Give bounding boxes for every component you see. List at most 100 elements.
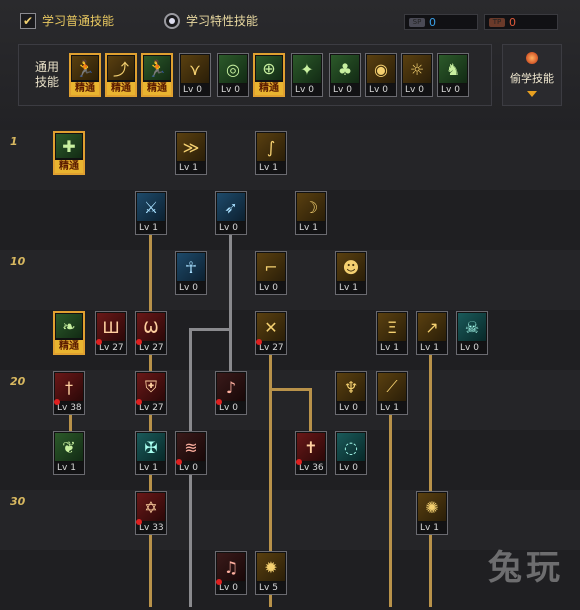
skill-slot[interactable]: ✠ Lv 1 [135,431,167,475]
r5-blade-icon: † [55,373,83,401]
r3-mask-icon: ☻ [337,253,365,281]
skill-slot[interactable]: ✦ Lv 0 [291,53,323,97]
skill-slot[interactable]: ✝ Lv 36 [295,431,327,475]
skill-slot[interactable]: ☻ Lv 1 [335,251,367,295]
checkbox-checked-icon[interactable]: ✔ [20,12,36,29]
strength-icon: ☼ [403,55,431,83]
skill-slot[interactable]: ⚔ Lv 1 [135,191,167,235]
skill-slot[interactable]: ✕ Lv 27 [255,311,287,355]
skill-level-label: Lv 0 [216,222,246,234]
upgrade-dot-icon [136,339,142,345]
skill-level-label: Lv 1 [417,342,447,354]
skill-level-label: Lv 0 [336,462,366,474]
skill-slot[interactable]: ⊕ 精通 [253,53,285,97]
mushroom-icon: ♣ [331,55,359,83]
skill-slot[interactable]: ↗ Lv 1 [416,311,448,355]
skill-slot[interactable]: ✹ Lv 5 [255,551,287,595]
skill-slot[interactable]: ☽ Lv 1 [295,191,327,235]
dropdown-arrow-icon[interactable] [527,91,537,97]
r6-vortex-icon: ◌ [337,433,365,461]
steal-skill-button[interactable]: 偷学技能 [502,44,562,106]
runner-icon: 🏃 [72,56,98,80]
tree-row-band [0,430,580,490]
tp-value: 0 [509,15,516,29]
skill-slot[interactable]: ⟋ Lv 1 [376,371,408,415]
skill-slot[interactable]: ☠ Lv 0 [456,311,488,355]
skill-slot[interactable]: ☼ Lv 0 [401,53,433,97]
r3-boot-icon: ⌐ [257,253,285,281]
sprint-icon: 🏃 [144,56,170,80]
connector-line [429,355,432,491]
skill-slot[interactable]: ◎ Lv 0 [217,53,249,97]
r8-sun-icon: ✹ [257,553,285,581]
r2-slash-icon: ☽ [297,193,325,221]
skill-slot[interactable]: ☥ Lv 0 [175,251,207,295]
level-mark-1: 1 [10,135,18,148]
r4-wings-icon: Ѡ [137,313,165,341]
option-trait-skills[interactable]: 学习特性技能 [164,12,258,29]
skill-slot[interactable]: ♣ Lv 0 [329,53,361,97]
skill-slot[interactable]: ⛨ Lv 27 [135,371,167,415]
skill-slot[interactable]: ≋ Lv 0 [175,431,207,475]
r4-runner-icon: ↗ [418,313,446,341]
r6-shield-cross-icon: ✠ [137,433,165,461]
upgrade-dot-icon [176,459,182,465]
target-icon: ◎ [219,55,247,83]
skill-slot[interactable]: ➶ Lv 0 [215,191,247,235]
skill-slot[interactable]: 🏃 精通 [141,53,173,97]
skill-slot[interactable]: ♫ Lv 0 [215,551,247,595]
connector-line [149,535,152,607]
skill-level-label: Lv 1 [54,462,84,474]
tp-icon: TP [489,17,505,27]
skill-slot[interactable]: ⌐ Lv 0 [255,251,287,295]
skill-slot[interactable]: ♪ Lv 0 [215,371,247,415]
eye-icon: ◉ [367,55,395,83]
skill-slot[interactable]: † Lv 38 [53,371,85,415]
r8-music-icon: ♫ [217,553,245,581]
skill-slot[interactable]: ♆ Lv 0 [335,371,367,415]
radio-icon[interactable] [164,12,180,29]
skill-level-label: Lv 1 [256,162,286,174]
skill-slot[interactable]: ✡ Lv 33 [135,491,167,535]
r7-star-icon: ✡ [137,493,165,521]
r6-leaf-icon: ❦ [55,433,83,461]
upgrade-dot-icon [256,339,262,345]
skill-level-label: Lv 0 [366,84,396,96]
skill-level-label: 精通 [143,82,171,95]
connector-line [429,535,432,607]
skill-slot[interactable]: Ш Lv 27 [95,311,127,355]
skill-slot[interactable]: ❦ Lv 1 [53,431,85,475]
r4-crossed-swords-icon: ✕ [257,313,285,341]
skill-slot[interactable]: ⋎ Lv 0 [179,53,211,97]
skill-level-label: Lv 0 [256,282,286,294]
r4-gate-icon: Ξ [378,313,406,341]
skill-slot[interactable]: ❧ 精通 [53,311,85,355]
skill-level-label: 精通 [55,340,83,353]
skill-level-label: Lv 1 [136,222,166,234]
skill-level-label: Lv 0 [330,84,360,96]
skill-slot[interactable]: ✺ Lv 1 [416,491,448,535]
skill-slot[interactable]: ∫ Lv 1 [255,131,287,175]
skill-level-label: Lv 0 [176,282,206,294]
skill-slot[interactable]: ≫ Lv 1 [175,131,207,175]
skill-slot[interactable]: ◉ Lv 0 [365,53,397,97]
r4-spirit-icon: ☠ [458,313,486,341]
connector-line [269,388,311,391]
skill-slot[interactable]: Ѡ Lv 27 [135,311,167,355]
skill-level-label: Lv 0 [402,84,432,96]
steal-skill-label: 偷学技能 [510,72,554,85]
skill-slot[interactable]: ◌ Lv 0 [335,431,367,475]
r1-green-cross-icon: ✚ [56,134,82,158]
skill-slot[interactable]: 🏃 精通 [69,53,101,97]
skill-slot[interactable]: ⤴ 精通 [105,53,137,97]
option-normal-skills[interactable]: ✔ 学习普通技能 [20,12,114,29]
skill-level-label: Lv 1 [377,402,407,414]
r5-shield-icon: ⛨ [137,373,165,401]
r2-dash-icon: ➶ [217,193,245,221]
skill-level-label: 精通 [107,82,135,95]
skill-slot[interactable]: ♞ Lv 0 [437,53,469,97]
level-mark-30: 30 [10,495,26,508]
skill-slot[interactable]: ✚ 精通 [53,131,85,175]
skill-slot[interactable]: Ξ Lv 1 [376,311,408,355]
skill-level-label: Lv 1 [377,342,407,354]
